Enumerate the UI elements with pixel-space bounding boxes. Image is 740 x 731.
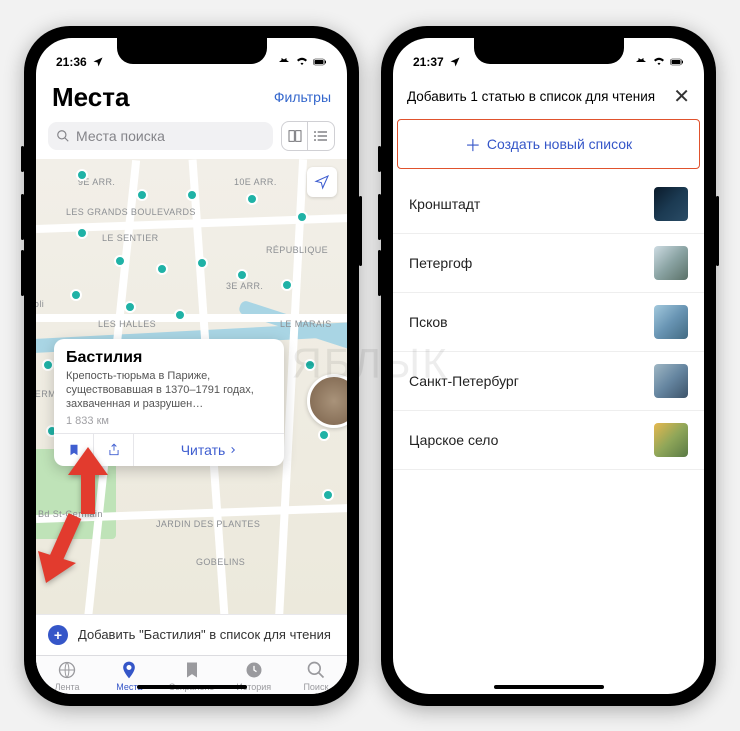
list-item-label: Петергоф [409,255,472,271]
annotation-arrow-down [36,511,100,591]
map-label: de Rivoli [36,299,44,309]
phone-right: 21:37 Добавить 1 статью в список для чте… [381,26,716,706]
location-services-icon [91,56,105,68]
location-services-icon [448,56,462,68]
place-card-title: Бастилия [66,349,272,367]
list-item[interactable]: Кронштадт [393,175,704,234]
create-new-list-button[interactable]: ＋ Создать новый список [397,119,700,169]
list-item[interactable]: Санкт-Петербург [393,352,704,411]
search-icon [56,129,70,143]
place-card-description: Крепость-тюрьма в Париже, существовавшая… [66,369,272,412]
list-item-thumbnail [654,423,688,457]
read-button[interactable]: Читать [134,434,284,466]
search-placeholder: Места поиска [76,128,165,144]
add-banner-text: Добавить "Бастилия" в список для чтения [78,627,331,642]
chevron-right-icon [229,444,237,456]
place-card-distance: 1 833 км [66,415,272,427]
list-view-toggle[interactable] [308,122,334,150]
place-thumbnail [307,374,347,428]
wifi-icon [295,56,309,68]
search-tab-icon [305,660,327,680]
list-item-thumbnail [654,187,688,221]
view-toggle[interactable] [281,121,335,151]
map-label: LE MARAIS [280,319,332,329]
map-view-toggle[interactable] [282,122,308,150]
list-item[interactable]: Петергоф [393,234,704,293]
list-item-label: Царское село [409,432,498,448]
battery-icon [313,56,327,68]
clock-icon [243,660,265,680]
filters-link[interactable]: Фильтры [274,89,331,105]
sheet-title: Добавить 1 статью в список для чтения [407,89,655,104]
map-label: LE SENTIER [102,233,159,243]
map-label: LES HALLES [98,319,156,329]
locate-icon [314,174,330,190]
list-item[interactable]: Псков [393,293,704,352]
list-item-label: Псков [409,314,448,330]
map-icon [287,128,303,144]
airplane-mode-icon [634,56,648,68]
wifi-icon [652,56,666,68]
map-label: JARDIN DES PLANTES [156,519,260,529]
plus-icon: + [48,625,68,645]
battery-icon [670,56,684,68]
list-item-thumbnail [654,246,688,280]
list-item-thumbnail [654,305,688,339]
map-label: 10E ARR. [234,177,277,187]
search-input[interactable]: Места поиска [48,122,273,150]
list-icon [313,128,329,144]
phone-left: 21:36 Места Фильтры Места поиска [24,26,359,706]
list-item-label: Санкт-Петербург [409,373,519,389]
tab-feed[interactable]: Лента [36,660,98,692]
bookmark-tab-icon [181,660,203,680]
list-item-thumbnail [654,364,688,398]
pin-icon [118,660,140,680]
annotation-arrow-up [48,439,128,519]
close-button[interactable]: ✕ [673,84,690,109]
map-label: GOBELINS [196,557,245,567]
map-label: LES GRANDS BOULEVARDS [66,207,196,217]
map-label: RÉPUBLIQUE [266,245,328,255]
list-item[interactable]: Царское село [393,411,704,470]
status-time: 21:36 [56,55,87,69]
add-to-reading-list-banner[interactable]: + Добавить "Бастилия" в список для чтени… [36,614,347,655]
globe-icon [56,660,78,680]
status-time: 21:37 [413,55,444,69]
map[interactable]: 9E ARR. 10E ARR. LES GRANDS BOULEVARDS L… [36,159,347,614]
tab-search[interactable]: Поиск [285,660,347,692]
locate-me-button[interactable] [307,167,337,197]
map-label: 3E ARR. [226,281,263,291]
home-indicator[interactable] [137,685,247,689]
list-item-label: Кронштадт [409,196,480,212]
home-indicator[interactable] [494,685,604,689]
airplane-mode-icon [277,56,291,68]
page-title: Места [52,82,129,113]
plus-icon: ＋ [465,132,481,156]
